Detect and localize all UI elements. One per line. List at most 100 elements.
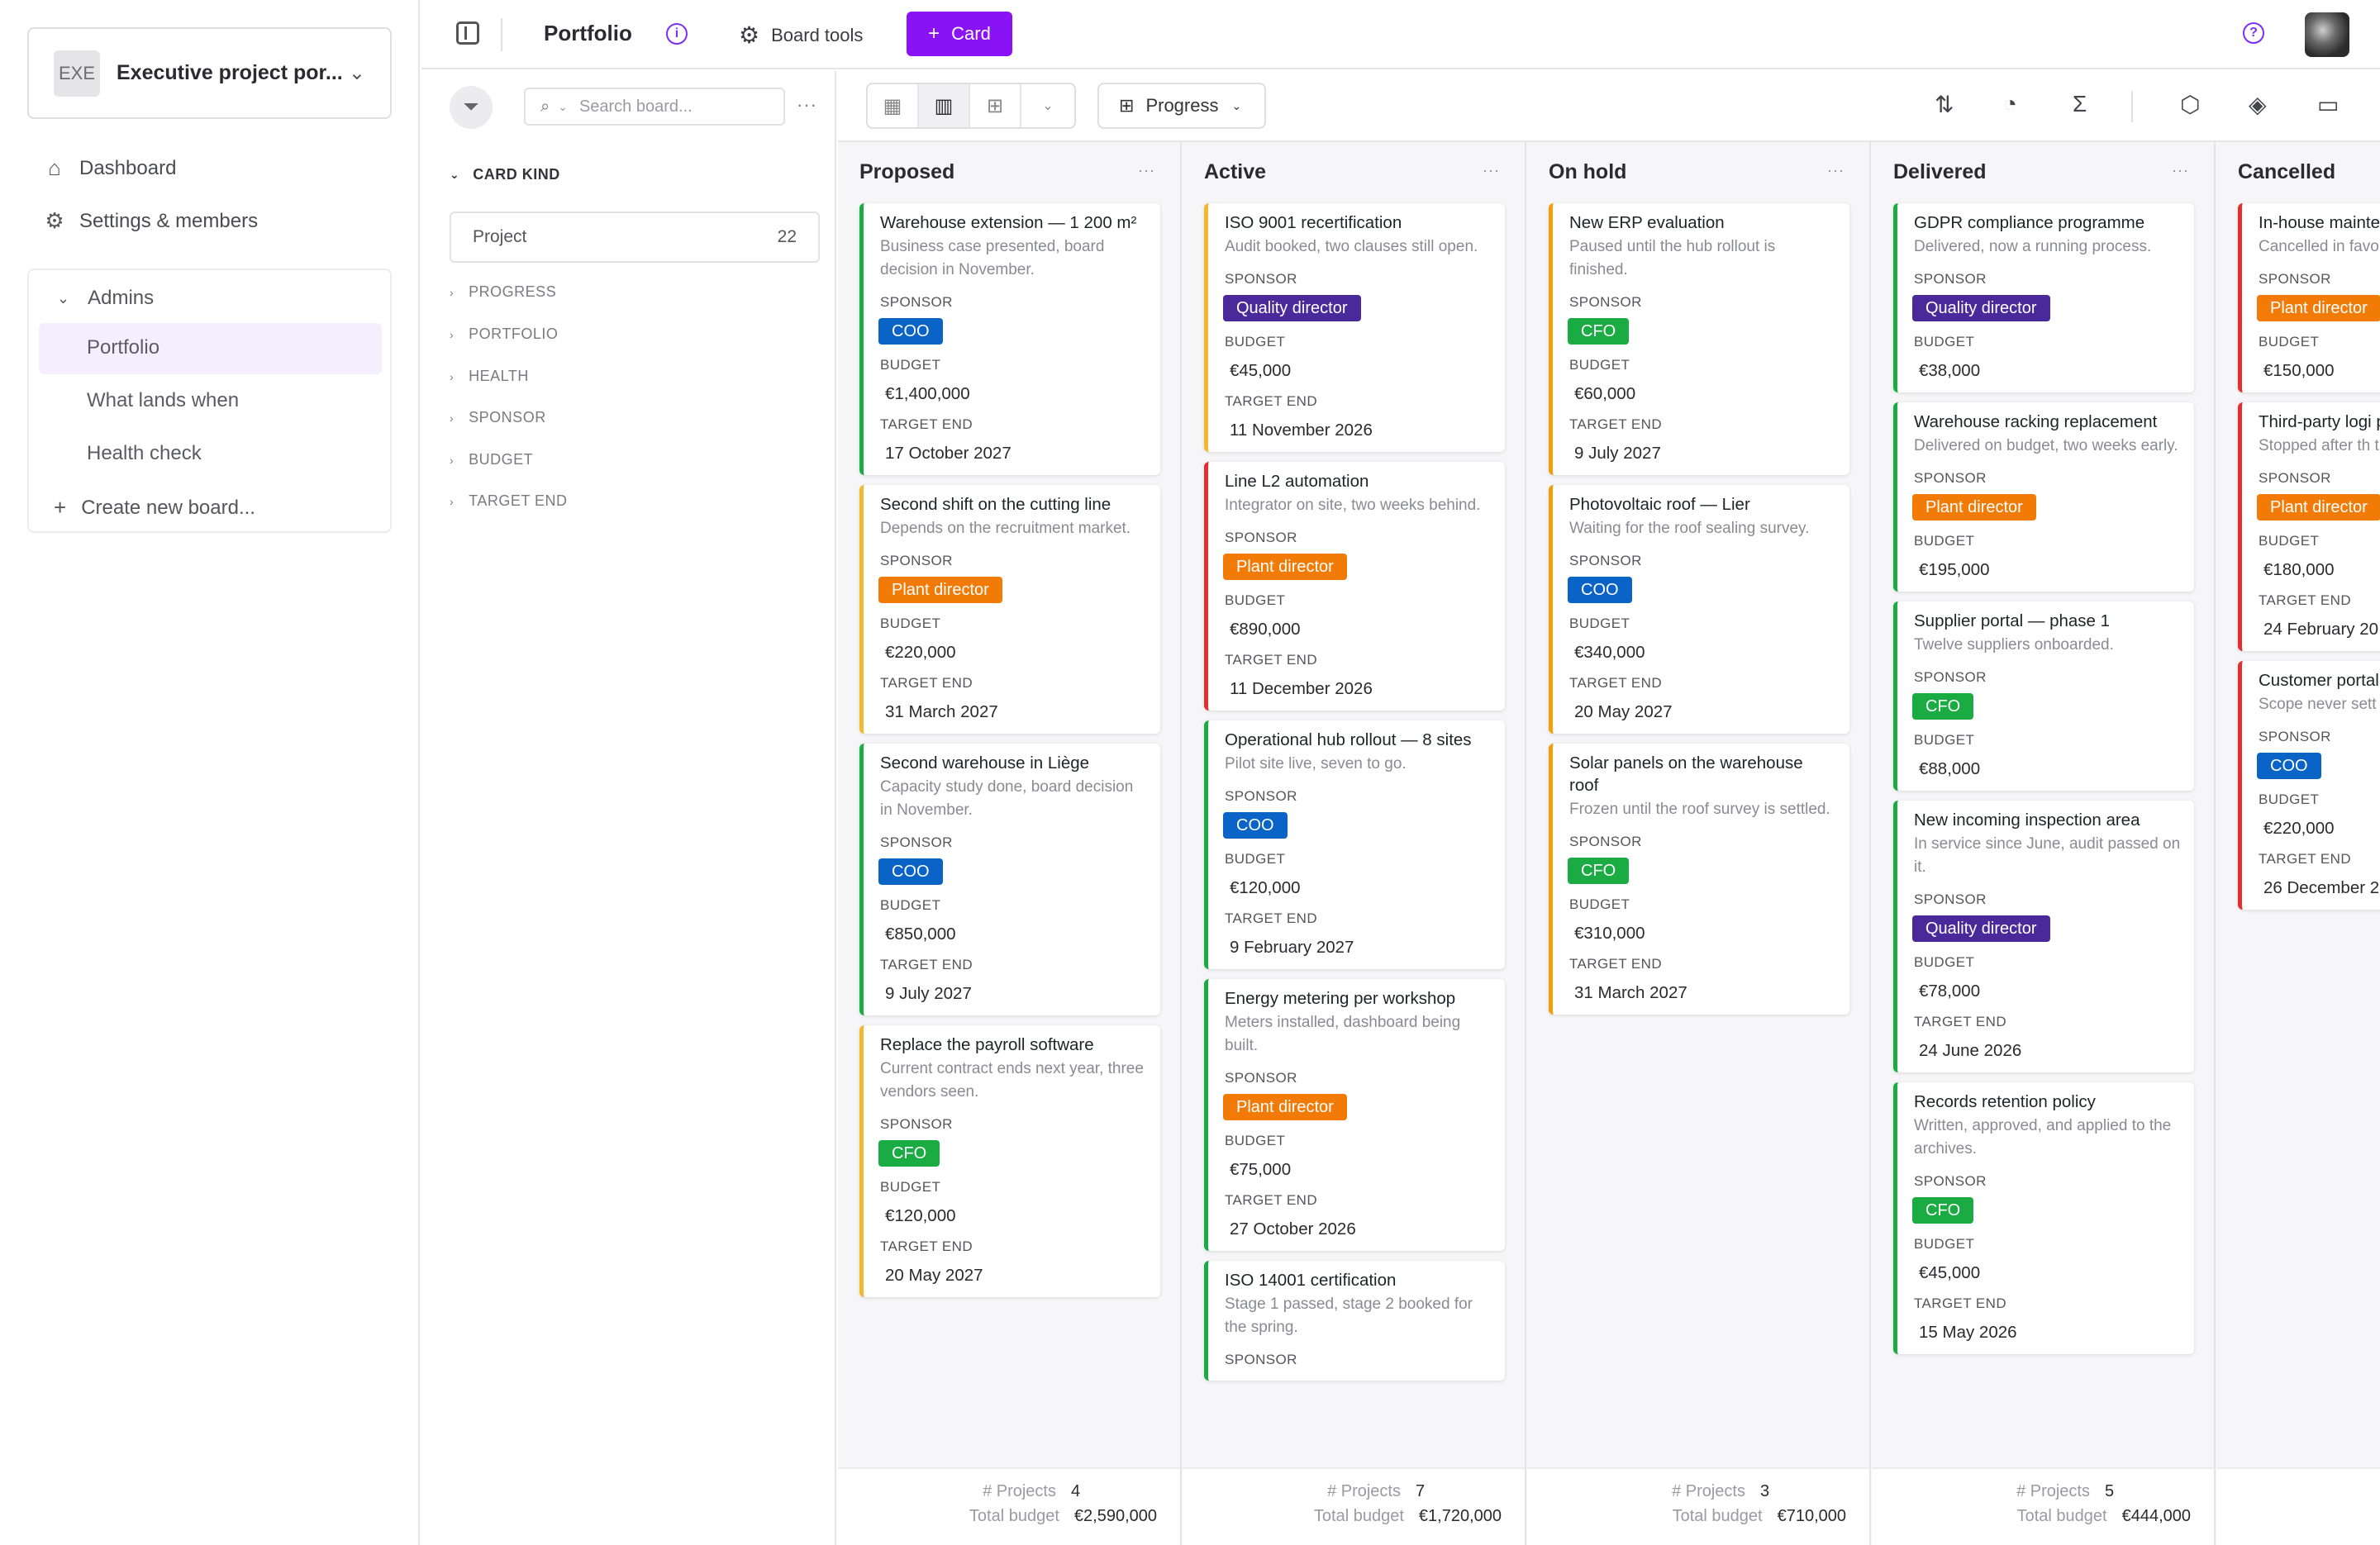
group-by-button[interactable]: ⊞ Progress ⌄ xyxy=(1097,83,1266,129)
project-card[interactable]: Replace the payroll software Current cont… xyxy=(859,1025,1160,1297)
card-title: Operational hub rollout — 8 sites xyxy=(1225,730,1472,749)
add-card-button[interactable]: + Card xyxy=(907,12,1012,56)
project-card[interactable]: Customer portal Scope never sett a Klaro … xyxy=(2238,661,2380,910)
filter-icon[interactable]: ⏷ xyxy=(450,86,493,129)
project-card[interactable]: Line L2 automation Integrator on site, tw… xyxy=(1204,462,1505,711)
nav-dashboard-label: Dashboard xyxy=(79,156,177,179)
budget-value: €60,000 xyxy=(1574,384,1636,403)
card-title: Replace the payroll software xyxy=(880,1035,1094,1054)
project-card[interactable]: In-house mainte Cancelled in favo mainten… xyxy=(2238,203,2380,392)
sponsor-badge: CFO xyxy=(1912,1197,1974,1224)
budget-value: €120,000 xyxy=(1230,878,1301,897)
card-description: Twelve suppliers onboarded. xyxy=(1914,636,2114,654)
sponsor-badge: CFO xyxy=(1912,693,1974,720)
project-card[interactable]: Photovoltaic roof — Lier Waiting for the … xyxy=(1549,485,1849,734)
column-title: Active xyxy=(1204,160,1267,183)
project-card[interactable]: Records retention policy Written, approve… xyxy=(1893,1082,2194,1354)
chevron-down-icon[interactable]: ⌄ xyxy=(1021,84,1074,127)
board-item-what-lands-when[interactable]: What lands when xyxy=(87,389,239,412)
project-card[interactable]: New ERP evaluation Paused until the hub r… xyxy=(1549,203,1849,475)
monitor-icon[interactable]: ▭ xyxy=(2317,91,2339,118)
workspace-switcher[interactable]: EXE Executive project por... ⌄ xyxy=(27,27,392,119)
card-list: GDPR compliance programme Delivered, now … xyxy=(1893,203,2194,1364)
gear-icon: ⚙ xyxy=(739,22,760,48)
facet-label: PROGRESS xyxy=(469,283,557,300)
facet-progress[interactable]: › PROGRESS xyxy=(450,283,556,301)
project-card[interactable]: ISO 9001 recertification Audit booked, tw… xyxy=(1204,203,1505,452)
budget-label: BUDGET xyxy=(1225,334,1286,349)
facet-portfolio[interactable]: › PORTFOLIO xyxy=(450,326,558,343)
card-title: New ERP evaluation xyxy=(1569,213,1725,232)
projects-count-row: # Projects 7 xyxy=(1327,1482,1502,1501)
nav-dashboard[interactable]: ⌂ Dashboard xyxy=(43,155,176,181)
budget-value: €220,000 xyxy=(2263,819,2335,838)
project-card[interactable]: Energy metering per workshop Meters insta… xyxy=(1204,979,1505,1251)
budget-label: BUDGET xyxy=(1914,954,1975,970)
sponsor-badge: Plant director xyxy=(1223,1094,1347,1120)
facet-sponsor[interactable]: › SPONSOR xyxy=(450,409,546,426)
project-card[interactable]: Solar panels on the warehouse roof Frozen… xyxy=(1549,744,1849,1015)
palette-icon[interactable]: ◔ xyxy=(2003,91,2017,117)
project-card[interactable]: GDPR compliance programme Delivered, now … xyxy=(1893,203,2194,392)
board-item-health-check[interactable]: Health check xyxy=(87,442,202,465)
target-end-label: TARGET END xyxy=(2259,851,2351,867)
more-icon[interactable]: ··· xyxy=(1138,162,1155,179)
card-list: New ERP evaluation Paused until the hub r… xyxy=(1549,203,1849,1024)
more-icon[interactable]: ··· xyxy=(1827,162,1844,179)
chevron-right-icon: › xyxy=(450,411,455,425)
sponsor-label: SPONSOR xyxy=(1225,788,1297,804)
target-end-label: TARGET END xyxy=(880,1238,973,1254)
project-card[interactable]: Second shift on the cutting line Depends … xyxy=(859,485,1160,734)
facet-label: PORTFOLIO xyxy=(469,326,559,342)
kanban-view-icon[interactable]: ▥ xyxy=(919,84,970,127)
group-header[interactable]: ⌄ Admins xyxy=(57,287,154,310)
sidebar-toggle-icon[interactable] xyxy=(456,21,479,45)
column-1: Active ··· ISO 9001 recertification Audit b… xyxy=(1183,142,1526,1545)
more-icon[interactable]: ··· xyxy=(1483,162,1500,179)
card-title: ISO 14001 certification xyxy=(1225,1271,1397,1290)
project-card[interactable]: New incoming inspection area In service s… xyxy=(1893,801,2194,1072)
card-description: Written, approved, and applied to the ar… xyxy=(1914,1117,2172,1158)
sponsor-label: SPONSOR xyxy=(1914,669,1987,685)
sponsor-label: SPONSOR xyxy=(2259,729,2331,744)
more-icon[interactable]: ··· xyxy=(797,94,817,116)
total-budget-row: Total budget €2,590,000 xyxy=(969,1507,1157,1526)
nav-settings[interactable]: ⚙ Settings & members xyxy=(43,208,258,234)
budget-label: BUDGET xyxy=(2259,533,2320,549)
project-card[interactable]: ISO 14001 certification Stage 1 passed, s… xyxy=(1204,1261,1505,1381)
cube-icon[interactable]: ⬡ xyxy=(2180,91,2200,118)
grid-view-icon[interactable]: ▦ xyxy=(868,84,919,127)
more-icon[interactable]: ··· xyxy=(2172,162,2189,179)
project-card[interactable]: Supplier portal — phase 1 Twelve supplier… xyxy=(1893,601,2194,791)
project-card[interactable]: Warehouse extension — 1 200 m² Business c… xyxy=(859,203,1160,475)
sum-icon[interactable]: Σ xyxy=(2073,91,2087,117)
project-card[interactable]: Operational hub rollout — 8 sites Pilot s… xyxy=(1204,720,1505,969)
board-item-portfolio[interactable]: Portfolio xyxy=(87,336,159,359)
layers-icon[interactable]: ◈ xyxy=(2249,91,2267,118)
sponsor-badge: CFO xyxy=(878,1140,940,1167)
create-board-button[interactable]: + Create new board... xyxy=(54,495,255,521)
facet-health[interactable]: › HEALTH xyxy=(450,368,529,385)
info-icon[interactable]: i xyxy=(666,23,688,45)
table-view-icon[interactable]: ⊞ xyxy=(970,84,1021,127)
project-card[interactable]: Warehouse racking replacement Delivered o… xyxy=(1893,402,2194,592)
card-kind-section[interactable]: ⌄ CARD KIND xyxy=(450,166,560,183)
card-title: Line L2 automation xyxy=(1225,472,1369,491)
budget-label: BUDGET xyxy=(1569,896,1630,912)
target-end-label: TARGET END xyxy=(1569,675,1662,691)
project-card[interactable]: Second warehouse in Liège Capacity study … xyxy=(859,744,1160,1015)
facet-budget[interactable]: › BUDGET xyxy=(450,451,533,468)
facet-target-end[interactable]: › TARGET END xyxy=(450,492,568,510)
sort-icon[interactable]: ⇅ xyxy=(1935,91,1954,118)
user-avatar[interactable] xyxy=(2305,12,2349,57)
target-end-label: TARGET END xyxy=(1914,1014,2006,1029)
search-input[interactable]: ⌕ ⌄ Search board... xyxy=(524,88,785,126)
total-budget-value: €444,000 xyxy=(2121,1507,2191,1525)
project-card[interactable]: Third-party logi parts Stopped after th t… xyxy=(2238,402,2380,651)
help-icon[interactable]: ? xyxy=(2243,22,2264,44)
total-budget-label: Total budget xyxy=(1672,1507,1763,1525)
board-tools-button[interactable]: ⚙ Board tools xyxy=(739,21,863,49)
card-kind-project[interactable]: Project 22 xyxy=(450,212,820,263)
group-by-label: Progress xyxy=(1145,95,1219,116)
card-title: Warehouse racking replacement xyxy=(1914,412,2158,431)
